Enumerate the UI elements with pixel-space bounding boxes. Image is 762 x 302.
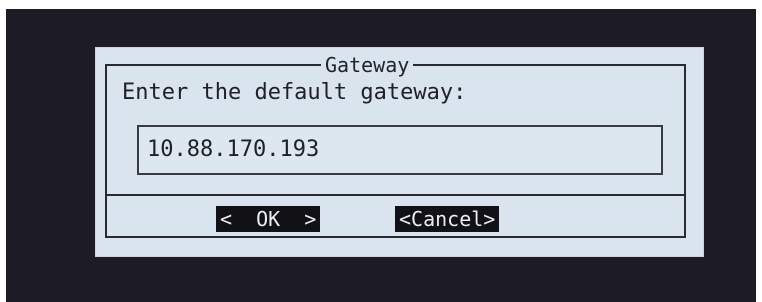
ok-button[interactable]: < OK > (216, 206, 321, 232)
dialog-frame: Gateway Enter the default gateway: 10.88… (105, 54, 686, 238)
gateway-input-field[interactable]: 10.88.170.193 (137, 125, 663, 175)
gateway-dialog: Gateway Enter the default gateway: 10.88… (96, 48, 703, 256)
dialog-title: Gateway (321, 54, 414, 76)
button-row-divider (107, 194, 684, 196)
gateway-input-value: 10.88.170.193 (147, 137, 320, 162)
cancel-button[interactable]: <Cancel> (395, 206, 500, 232)
gateway-prompt: Enter the default gateway: (122, 80, 467, 105)
terminal-background: Gateway Enter the default gateway: 10.88… (6, 9, 756, 302)
